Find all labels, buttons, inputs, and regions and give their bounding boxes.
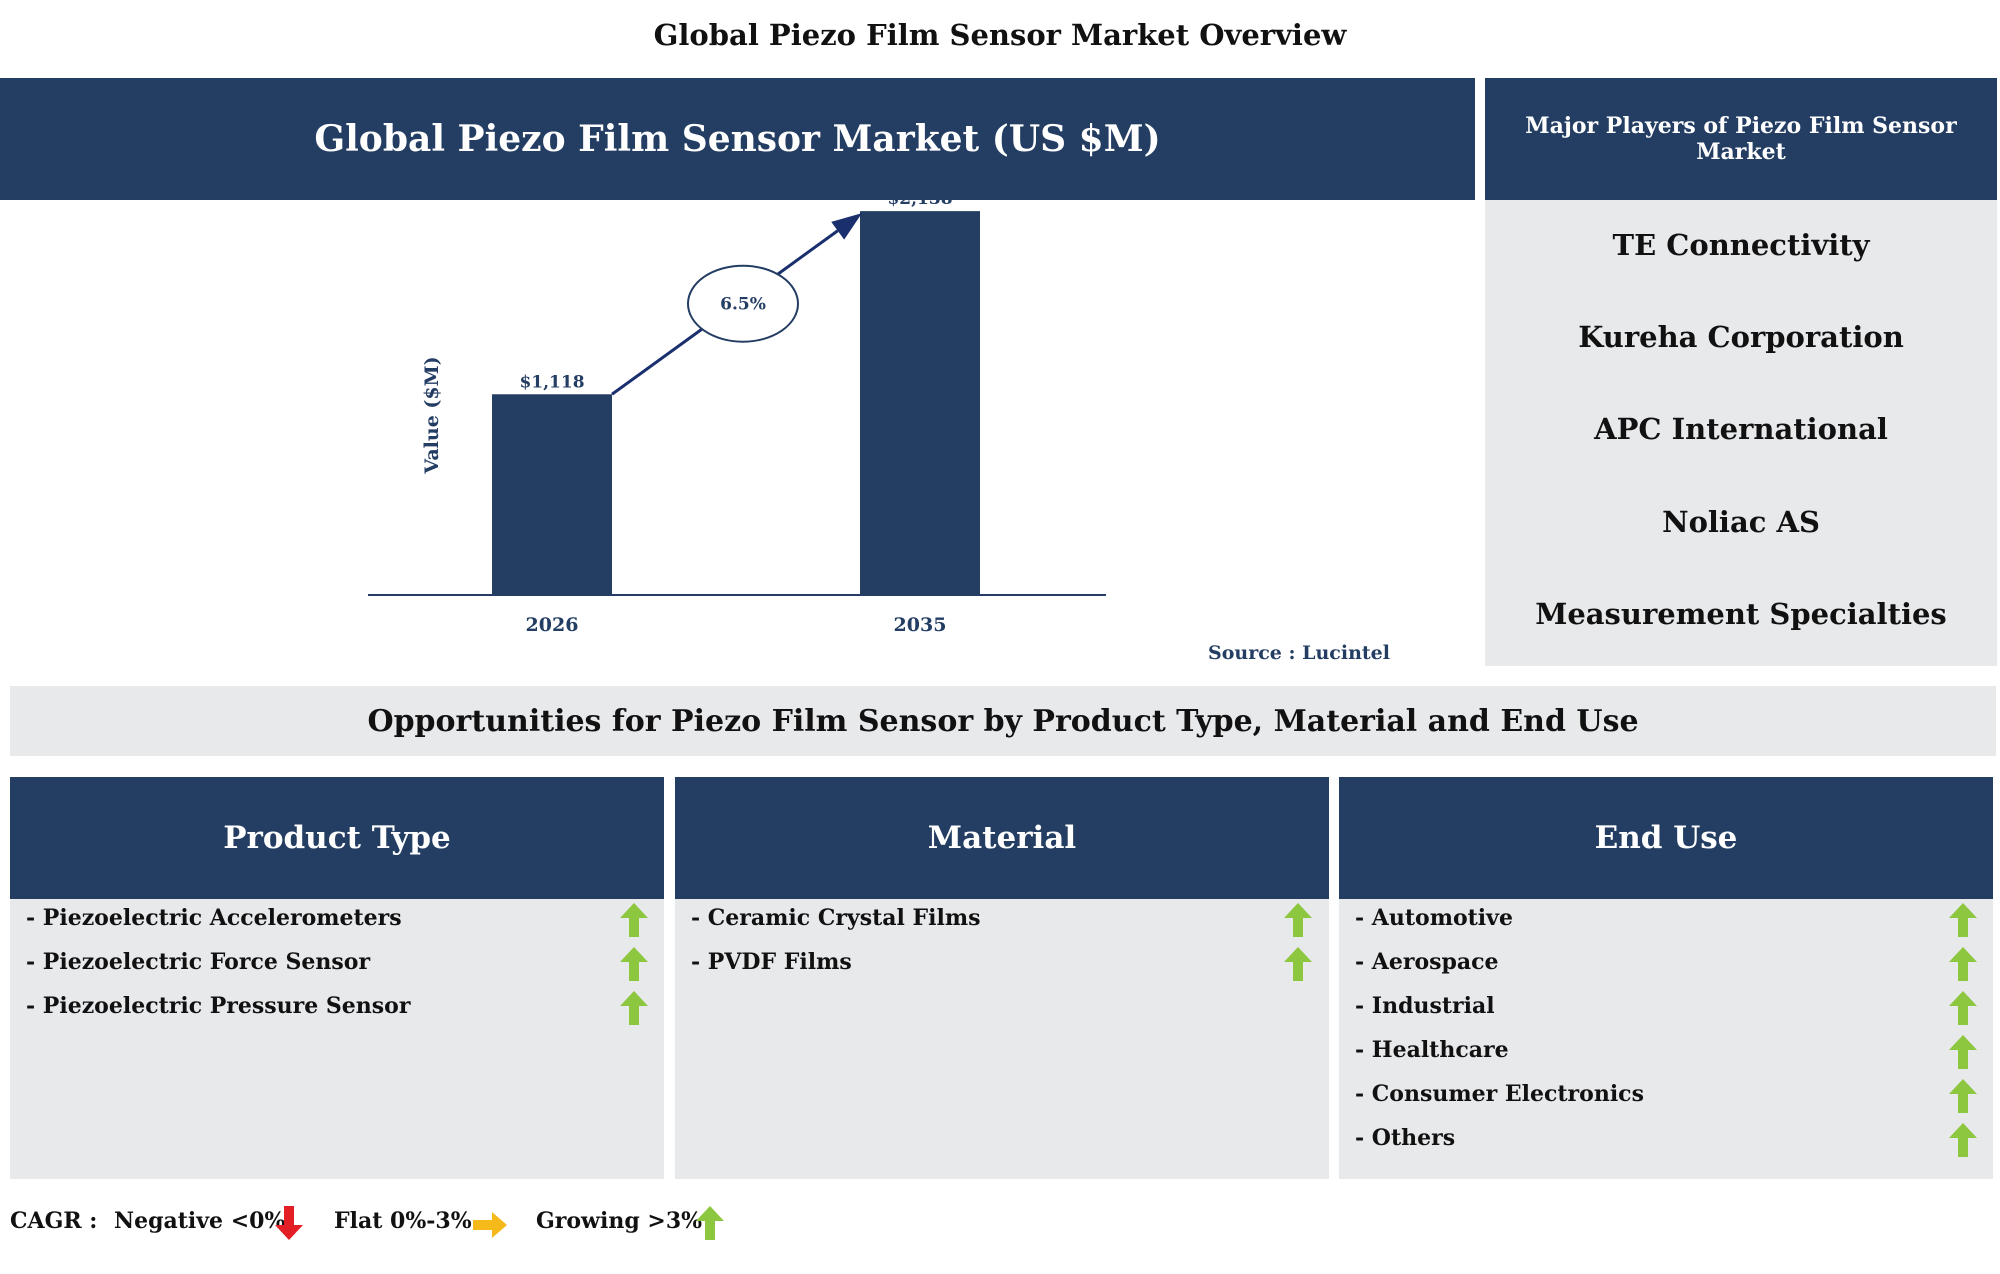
bar-value-label: $2,138: [887, 200, 952, 209]
segment-item: - Piezoelectric Accelerometers: [26, 905, 402, 931]
growth-arrow-head: [831, 213, 862, 240]
bar-2026: [492, 394, 612, 595]
segment-list-material: - Ceramic Crystal Films - PVDF Films: [675, 899, 1329, 1179]
y-axis-label: Value ($M): [421, 356, 443, 474]
bar-value-label: $1,118: [519, 372, 584, 392]
segment-list-product-type: - Piezoelectric Accelerometers - Piezoel…: [10, 899, 664, 1179]
segment-item: - Piezoelectric Pressure Sensor: [26, 993, 411, 1019]
player-item: Kureha Corporation: [1578, 320, 1904, 354]
growing-arrow-icon: [1949, 947, 1977, 981]
segment-item: - Automotive: [1355, 905, 1513, 931]
chart-header: Global Piezo Film Sensor Market (US $M): [0, 78, 1475, 200]
segment-item: - Consumer Electronics: [1355, 1081, 1644, 1107]
segment-item: - PVDF Films: [691, 949, 852, 975]
growing-arrow-icon: [1949, 903, 1977, 937]
flat-arrow-icon: [473, 1212, 507, 1238]
x-tick-label: 2026: [526, 614, 579, 636]
segment-item: - Ceramic Crystal Films: [691, 905, 981, 931]
growing-arrow-icon: [620, 991, 648, 1025]
cagr-legend-label: CAGR :: [10, 1208, 98, 1234]
growing-arrow-icon: [696, 1206, 724, 1240]
source-note: Source : Lucintel: [1208, 642, 1390, 664]
growing-arrow-icon: [1949, 1079, 1977, 1113]
segment-header-material: Material: [675, 777, 1329, 899]
player-item: Measurement Specialties: [1535, 597, 1947, 631]
cagr-value: 6.5%: [720, 295, 766, 315]
market-bar-chart: Value ($M) $1,118 2026 $2,138 2035 6.5%: [368, 200, 1106, 636]
players-header: Major Players of Piezo Film Sensor Marke…: [1485, 78, 1997, 200]
players-list: TE Connectivity Kureha Corporation APC I…: [1485, 200, 1997, 666]
segment-list-end-use: - Automotive - Aerospace - Industrial - …: [1339, 899, 1993, 1179]
segment-item: - Piezoelectric Force Sensor: [26, 949, 371, 975]
legend-growing-label: Growing >3%: [536, 1208, 703, 1234]
growing-arrow-icon: [1284, 947, 1312, 981]
player-item: TE Connectivity: [1612, 228, 1870, 262]
growing-arrow-icon: [620, 903, 648, 937]
segment-item: - Others: [1355, 1125, 1456, 1151]
x-tick-label: 2035: [894, 614, 947, 636]
growing-arrow-icon: [1949, 1123, 1977, 1157]
opportunities-header: Opportunities for Piezo Film Sensor by P…: [10, 686, 1996, 756]
growing-arrow-icon: [1949, 991, 1977, 1025]
growing-arrow-icon: [1284, 903, 1312, 937]
bar-2035: [860, 211, 980, 595]
segment-item: - Industrial: [1355, 993, 1495, 1019]
legend-negative-label: Negative <0%: [114, 1208, 286, 1234]
segment-item: - Healthcare: [1355, 1037, 1509, 1063]
segment-item: - Aerospace: [1355, 949, 1499, 975]
player-item: Noliac AS: [1662, 505, 1820, 539]
growing-arrow-icon: [620, 947, 648, 981]
growing-arrow-icon: [1949, 1035, 1977, 1069]
player-item: APC International: [1594, 412, 1888, 446]
segment-header-end-use: End Use: [1339, 777, 1993, 899]
legend-flat-label: Flat 0%-3%: [334, 1208, 472, 1234]
negative-arrow-icon: [275, 1206, 303, 1240]
segment-header-product-type: Product Type: [10, 777, 664, 899]
page-title: Global Piezo Film Sensor Market Overview: [653, 18, 1347, 52]
